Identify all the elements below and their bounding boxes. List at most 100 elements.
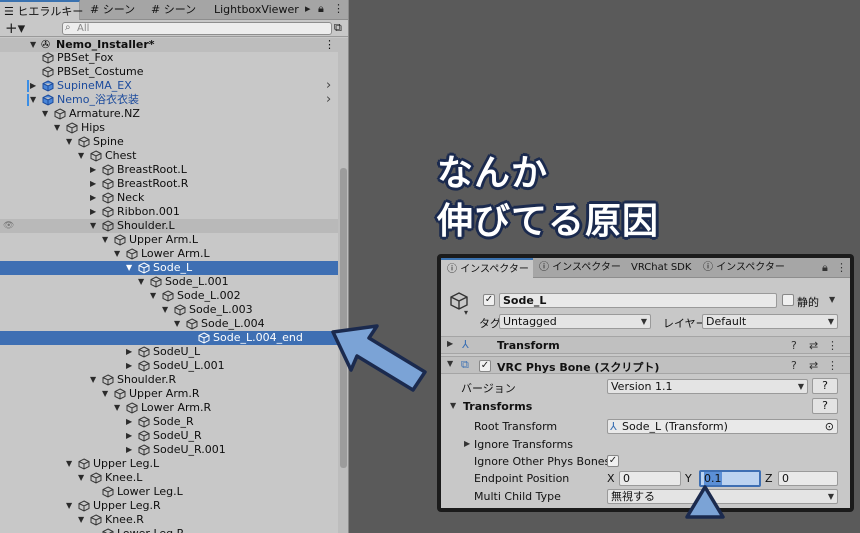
- hierarchy-row[interactable]: ▼ Knee.L: [0, 471, 338, 485]
- expand-arrow-icon[interactable]: ▶: [90, 205, 100, 219]
- more-icon[interactable]: ⋮: [333, 2, 344, 15]
- search-input[interactable]: ⌕ All: [62, 22, 332, 35]
- prefab-open-chevron-icon[interactable]: ›: [326, 79, 331, 93]
- object-name-field[interactable]: Sode_L: [499, 293, 777, 308]
- expand-arrow-icon[interactable]: ▶: [447, 339, 453, 348]
- scene-visibility-icon[interactable]: ⧉: [334, 21, 342, 35]
- hierarchy-row[interactable]: ▼ Lower Arm.L: [0, 247, 338, 261]
- physbone-enabled-checkbox[interactable]: ✓: [479, 360, 491, 372]
- hierarchy-row[interactable]: ▼ Upper Arm.L: [0, 233, 338, 247]
- hierarchy-row[interactable]: ▼ Lower Arm.R: [0, 401, 338, 415]
- endpoint-z-field[interactable]: 0: [778, 471, 838, 486]
- tab-scene[interactable]: # シーン: [86, 0, 141, 20]
- hierarchy-row[interactable]: ▼ Shoulder.R: [0, 373, 338, 387]
- collapse-arrow-icon[interactable]: ▼: [78, 513, 88, 527]
- collapse-arrow-icon[interactable]: ▼: [78, 149, 88, 163]
- collapse-arrow-icon[interactable]: ▼: [66, 499, 76, 513]
- expand-arrow-icon[interactable]: ▶: [126, 443, 136, 457]
- hierarchy-row[interactable]: ▼ Shoulder.L 👁︎: [0, 219, 338, 233]
- hierarchy-row[interactable]: ▶ BreastRoot.L: [0, 163, 338, 177]
- hierarchy-row[interactable]: ▶ Ribbon.001: [0, 205, 338, 219]
- hierarchy-row[interactable]: ▼ Sode_L.002: [0, 289, 338, 303]
- static-checkbox[interactable]: [782, 294, 794, 306]
- ignore-other-physbones-checkbox[interactable]: ✓: [607, 455, 619, 467]
- layer-dropdown[interactable]: Default ▼: [702, 314, 838, 329]
- lock-icon[interactable]: 🔒︎: [822, 261, 828, 275]
- more-icon[interactable]: ⋮: [827, 339, 838, 352]
- hierarchy-row[interactable]: ▼ Upper Leg.L: [0, 457, 338, 471]
- hierarchy-row[interactable]: ▶ SupineMA_EX ›: [0, 79, 338, 93]
- collapse-arrow-icon[interactable]: ▼: [42, 107, 52, 121]
- collapse-arrow-icon[interactable]: ▼: [90, 373, 100, 387]
- collapse-arrow-icon[interactable]: ▼: [162, 303, 172, 317]
- endpoint-x-field[interactable]: 0: [619, 471, 681, 486]
- tag-dropdown[interactable]: Untagged ▼: [499, 314, 651, 329]
- hierarchy-row[interactable]: ▼ Chest: [0, 149, 338, 163]
- hierarchy-row[interactable]: ▼ Sode_L.001: [0, 275, 338, 289]
- collapse-arrow-icon[interactable]: ▼: [114, 401, 124, 415]
- hierarchy-row[interactable]: ▶ SodeU_L.001: [0, 359, 338, 373]
- hierarchy-scrollbar[interactable]: [338, 38, 348, 533]
- hierarchy-row[interactable]: ▶ SodeU_R.001: [0, 443, 338, 457]
- expand-arrow-icon[interactable]: ▶: [126, 359, 136, 373]
- add-button[interactable]: +▾: [5, 20, 25, 36]
- hierarchy-row[interactable]: Lower Leg.L: [0, 485, 338, 499]
- tab-hierarchy[interactable]: ☰ ヒエラルキー: [0, 0, 83, 20]
- hierarchy-row[interactable]: ▼ Nemo_浴衣衣装 ›: [0, 93, 338, 107]
- preset-icon[interactable]: ⇄: [809, 339, 818, 352]
- tab-inspector-2[interactable]: ⓘ インスペクター: [539, 258, 627, 278]
- hierarchy-row[interactable]: ▶ BreastRoot.R: [0, 177, 338, 191]
- expand-arrow-icon[interactable]: ▶: [126, 345, 136, 359]
- expand-arrow-icon[interactable]: ▼: [447, 359, 453, 368]
- physbone-component-header[interactable]: ▼ ⧉ ✓ VRC Phys Bone (スクリプト) ? ⇄ ⋮: [441, 356, 850, 374]
- expand-arrow-icon[interactable]: ▶: [90, 163, 100, 177]
- collapse-arrow-icon[interactable]: ▼: [114, 247, 124, 261]
- collapse-arrow-icon[interactable]: ▼: [126, 261, 136, 275]
- root-transform-field[interactable]: ⅄ Sode_L (Transform) ⊙: [607, 419, 838, 434]
- hierarchy-row[interactable]: ▶ Sode_R: [0, 415, 338, 429]
- object-picker-icon[interactable]: ⊙: [825, 420, 834, 433]
- expand-arrow-icon[interactable]: ▶: [126, 415, 136, 429]
- hierarchy-row[interactable]: ▼ Upper Arm.R: [0, 387, 338, 401]
- hierarchy-row[interactable]: ▼ Sode_L.003: [0, 303, 338, 317]
- collapse-arrow-icon[interactable]: ▼: [174, 317, 184, 331]
- preset-icon[interactable]: ⇄: [809, 359, 818, 372]
- more-icon[interactable]: ⋮: [827, 359, 838, 372]
- collapse-arrow-icon[interactable]: ▼: [90, 219, 100, 233]
- expand-arrow-icon[interactable]: ▶: [464, 439, 470, 448]
- version-help-button[interactable]: ?: [812, 378, 838, 394]
- expand-arrow-icon[interactable]: ▼: [450, 401, 456, 410]
- tab-vrchat-sdk[interactable]: VRChat SDK: [631, 258, 701, 278]
- active-checkbox[interactable]: ✓: [483, 294, 495, 306]
- collapse-arrow-icon[interactable]: ▼: [102, 233, 112, 247]
- lock-icon[interactable]: 🔒︎: [318, 2, 324, 16]
- scene-root-row[interactable]: ▼ ✇ Nemo_Installer* ⋮: [0, 38, 338, 52]
- prefab-open-chevron-icon[interactable]: ›: [326, 93, 331, 107]
- tab-inspector-3[interactable]: ⓘ インスペクター: [703, 258, 793, 278]
- transform-component-header[interactable]: ▶ ⅄ Transform ? ⇄ ⋮: [441, 336, 850, 354]
- visibility-eye-icon[interactable]: 👁︎: [3, 219, 14, 233]
- expand-arrow-icon[interactable]: ▶: [90, 177, 100, 191]
- help-icon[interactable]: ?: [791, 339, 797, 352]
- collapse-arrow-icon[interactable]: ▼: [150, 289, 160, 303]
- version-dropdown[interactable]: Version 1.1 ▼: [607, 379, 808, 394]
- tab-overflow-icon[interactable]: ▸: [305, 2, 311, 15]
- transforms-help-button[interactable]: ?: [812, 398, 838, 414]
- collapse-arrow-icon[interactable]: ▼: [138, 275, 148, 289]
- hierarchy-row[interactable]: ▶ SodeU_L: [0, 345, 338, 359]
- tab-scene-2[interactable]: # シーン: [147, 0, 202, 20]
- hierarchy-row[interactable]: ▼ Sode_L: [0, 261, 338, 275]
- tab-lightbox-viewer[interactable]: LightboxViewer: [210, 0, 300, 20]
- collapse-arrow-icon[interactable]: ▼: [102, 387, 112, 401]
- hierarchy-row[interactable]: ▼ Upper Leg.R: [0, 499, 338, 513]
- collapse-arrow-icon[interactable]: ▼: [66, 457, 76, 471]
- collapse-arrow-icon[interactable]: ▼: [78, 471, 88, 485]
- hierarchy-row[interactable]: PBSet_Fox: [0, 51, 338, 65]
- hierarchy-row[interactable]: ▼ Spine: [0, 135, 338, 149]
- hierarchy-row[interactable]: Sode_L.004_end: [0, 331, 338, 345]
- expand-arrow-icon[interactable]: ▶: [126, 429, 136, 443]
- hierarchy-row[interactable]: ▼ Sode_L.004: [0, 317, 338, 331]
- expand-arrow-icon[interactable]: ▶: [90, 191, 100, 205]
- hierarchy-row[interactable]: ▼ Hips: [0, 121, 338, 135]
- collapse-arrow-icon[interactable]: ▼: [54, 121, 64, 135]
